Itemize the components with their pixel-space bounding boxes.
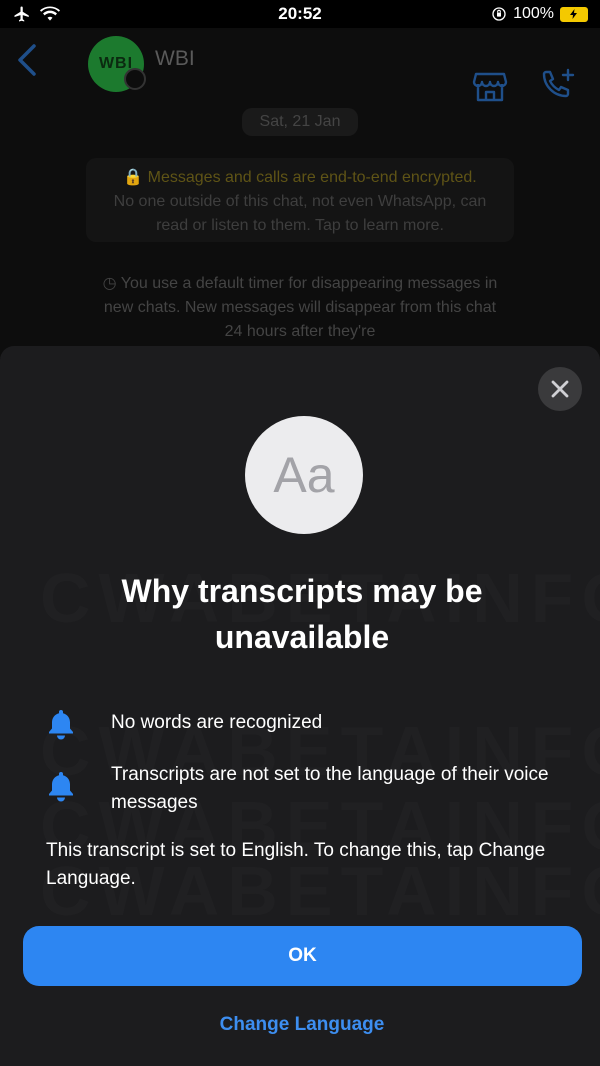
change-language-link[interactable]: Change Language [150, 1014, 454, 1036]
disappearing-timer-notice: ◷ You use a default timer for disappeari… [96, 272, 504, 344]
date-pill: Sat, 21 Jan [242, 108, 358, 136]
status-right: 100% [468, 5, 588, 23]
timer-icon: ◷ [102, 275, 117, 292]
battery-percent: 100% [513, 5, 554, 22]
transcript-icon-text: Aa [273, 447, 335, 503]
chat-header: WBI [0, 28, 600, 102]
contact-name[interactable]: WBI [155, 47, 195, 71]
close-icon [551, 380, 569, 398]
timer-notice-text: You use a default timer for disappearing… [103, 275, 498, 340]
bell-icon [49, 710, 73, 740]
reason-text: Transcripts are not set to the language … [111, 764, 549, 813]
orientation-lock-icon [492, 7, 506, 21]
airplane-icon [14, 6, 29, 22]
lock-icon: 🔒 [123, 169, 144, 186]
status-left [12, 5, 132, 23]
encryption-notice-rest: No one outside of this chat, not even Wh… [113, 193, 487, 234]
language-info-text: This transcript is set to English. To ch… [46, 840, 546, 889]
encryption-notice[interactable]: 🔒 Messages and calls are end-to-end encr… [86, 158, 514, 242]
ok-button[interactable]: OK [23, 926, 582, 986]
sheet-title: Why transcripts may be unavailable [121, 573, 483, 655]
close-button[interactable] [538, 367, 582, 411]
contact-avatar[interactable]: WBI [88, 36, 146, 92]
encryption-notice-line1: Messages and calls are end-to-end encryp… [147, 169, 477, 186]
status-bar: 20:52 100% [0, 0, 600, 28]
transcript-icon: Aa [245, 416, 363, 534]
add-call-icon[interactable] [538, 68, 576, 104]
store-icon[interactable] [472, 70, 508, 104]
reason-text: No words are recognized [111, 712, 323, 733]
wifi-icon [40, 6, 60, 21]
status-time: 20:52 [278, 4, 322, 23]
back-chevron-icon[interactable] [14, 42, 42, 78]
transcript-info-sheet: CWABETAINFO CWABETAINFO CWABETAINFO CWAB… [0, 346, 600, 1066]
battery-charging-icon [559, 6, 588, 22]
bell-icon [49, 772, 73, 802]
disappearing-timer-icon [124, 68, 146, 90]
